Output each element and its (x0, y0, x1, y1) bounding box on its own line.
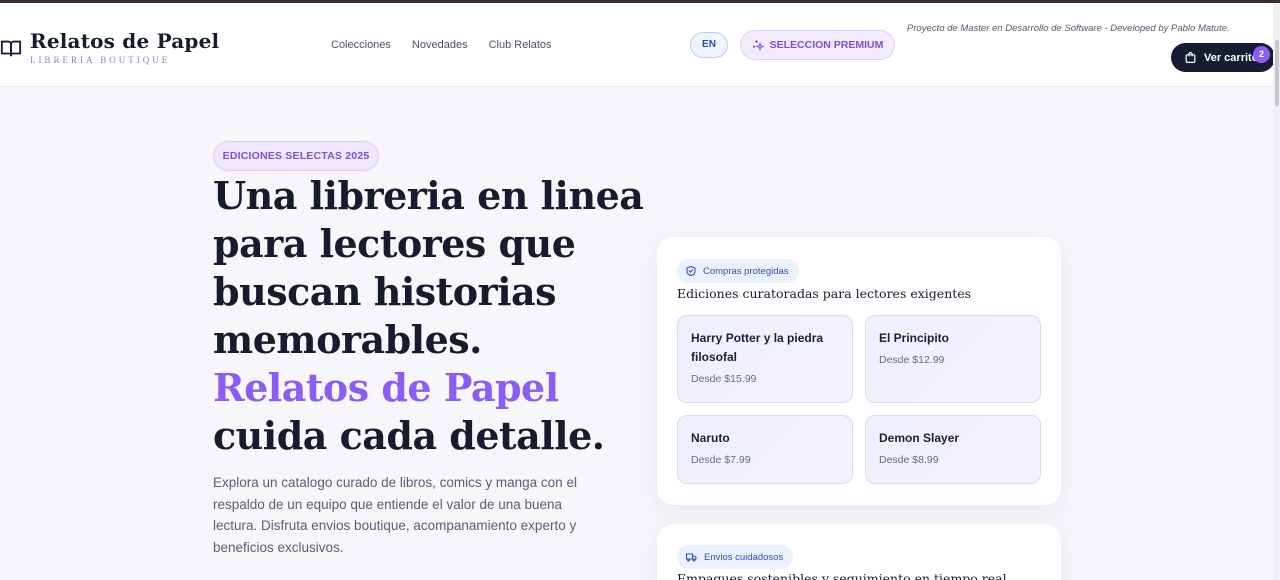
book-title: Demon Slayer (879, 431, 960, 445)
hero-title-line: memorables. (213, 317, 482, 362)
book-price: Desde $12.99 (879, 354, 945, 366)
shield-check-icon (686, 265, 696, 277)
brand-subtitle: LIBRERIA BOUTIQUE (30, 55, 171, 65)
brand-logo[interactable]: Relatos de Papel LIBRERIA BOUTIQUE (0, 29, 219, 65)
book-price: Desde $8.99 (879, 454, 939, 466)
pill-label: Compras protegidas (703, 265, 789, 277)
book-card-el-principito[interactable]: El Principito Desde $12.99 (865, 315, 1041, 403)
nav-club-relatos[interactable]: Club Relatos (489, 39, 552, 51)
book-price: Desde $15.99 (691, 373, 757, 385)
truck-icon (685, 553, 697, 562)
shopping-bag-icon (1185, 52, 1196, 63)
hero-title-line: para lectores que (213, 221, 576, 266)
hero-badge: EDICIONES SELECTAS 2025 (213, 141, 379, 171)
hero-title-line: cuida cada detalle. (213, 413, 605, 458)
language-toggle-button[interactable]: EN (690, 32, 728, 58)
book-title: El Principito (879, 331, 950, 345)
book-card-naruto[interactable]: Naruto Desde $7.99 (677, 415, 853, 484)
main-nav: Colecciones Novedades Club Relatos (331, 39, 552, 51)
hero-title-line: buscan historias (213, 269, 557, 314)
view-cart-button[interactable]: Ver carrito 2 (1171, 43, 1275, 72)
pill-label: Envios cuidadosos (704, 551, 784, 563)
shipping-card: Envios cuidadosos Empaques sostenibles y… (657, 524, 1061, 580)
showcase-title: Ediciones curatoradas para lectores exig… (677, 286, 972, 301)
brand-title: Relatos de Papel (30, 29, 220, 53)
developer-note: Proyecto de Master en Desarrollo de Soft… (907, 23, 1230, 34)
protected-purchases-pill: Compras protegidas (677, 259, 799, 283)
book-price: Desde $7.99 (691, 454, 751, 466)
cart-label: Ver carrito (1204, 51, 1259, 64)
hero-title-accent: Relatos de Papel (213, 365, 559, 410)
site-header: Relatos de Papel LIBRERIA BOUTIQUE Colec… (0, 3, 1280, 87)
careful-shipping-pill: Envios cuidadosos (677, 545, 794, 569)
book-card-harry-potter[interactable]: Harry Potter y la piedra filosofal Desde… (677, 315, 853, 403)
book-title: Harry Potter y la piedra filosofal (691, 331, 824, 364)
hero-title: Una libreria en linea para lectores que … (213, 172, 653, 460)
sparkles-icon (752, 40, 764, 51)
shipping-title: Empaques sostenibles y seguimiento en ti… (677, 571, 1007, 580)
open-book-icon (0, 40, 22, 57)
scrollbar-thumb[interactable] (1275, 40, 1279, 106)
premium-label: SELECCION PREMIUM (769, 39, 884, 51)
nav-colecciones[interactable]: Colecciones (331, 39, 391, 51)
cart-count-badge: 2 (1253, 46, 1270, 63)
hero-description: Explora un catalogo curado de libros, co… (213, 475, 577, 555)
book-title: Naruto (691, 431, 730, 445)
hero-title-line: Una libreria en linea (213, 173, 644, 218)
showcase-card: Compras protegidas Ediciones curatoradas… (657, 237, 1061, 505)
book-card-demon-slayer[interactable]: Demon Slayer Desde $8.99 (865, 415, 1041, 484)
nav-novedades[interactable]: Novedades (412, 39, 468, 51)
premium-selection-button[interactable]: SELECCION PREMIUM (740, 30, 895, 60)
